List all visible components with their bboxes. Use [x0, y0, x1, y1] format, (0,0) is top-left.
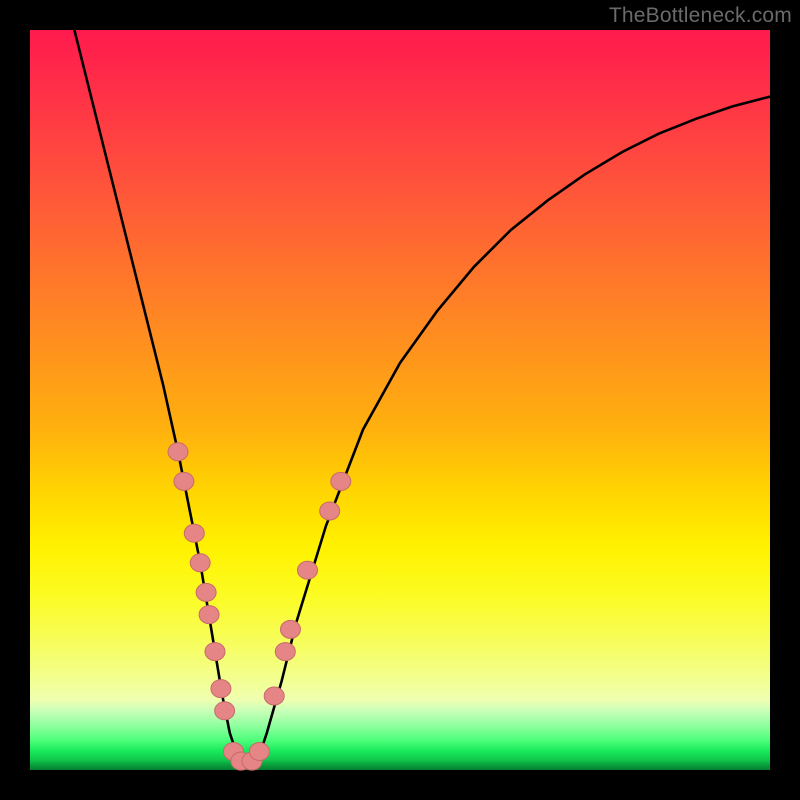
curve-marker: [168, 443, 188, 461]
curve-marker: [205, 643, 225, 661]
curve-marker: [190, 554, 210, 572]
curve-marker: [196, 583, 216, 601]
curve-marker: [215, 702, 235, 720]
bottleneck-curve-path: [74, 30, 770, 763]
curve-marker: [174, 472, 194, 490]
curve-marker: [280, 620, 300, 638]
curve-markers: [168, 443, 351, 770]
curve-marker: [249, 743, 269, 761]
curve-marker: [199, 606, 219, 624]
curve-marker: [331, 472, 351, 490]
curve-marker: [275, 643, 295, 661]
watermark-text: TheBottleneck.com: [609, 4, 792, 28]
curve-marker: [298, 561, 318, 579]
bottleneck-curve-svg: [30, 30, 770, 770]
curve-marker: [184, 524, 204, 542]
curve-marker: [264, 687, 284, 705]
curve-marker: [320, 502, 340, 520]
curve-marker: [211, 680, 231, 698]
